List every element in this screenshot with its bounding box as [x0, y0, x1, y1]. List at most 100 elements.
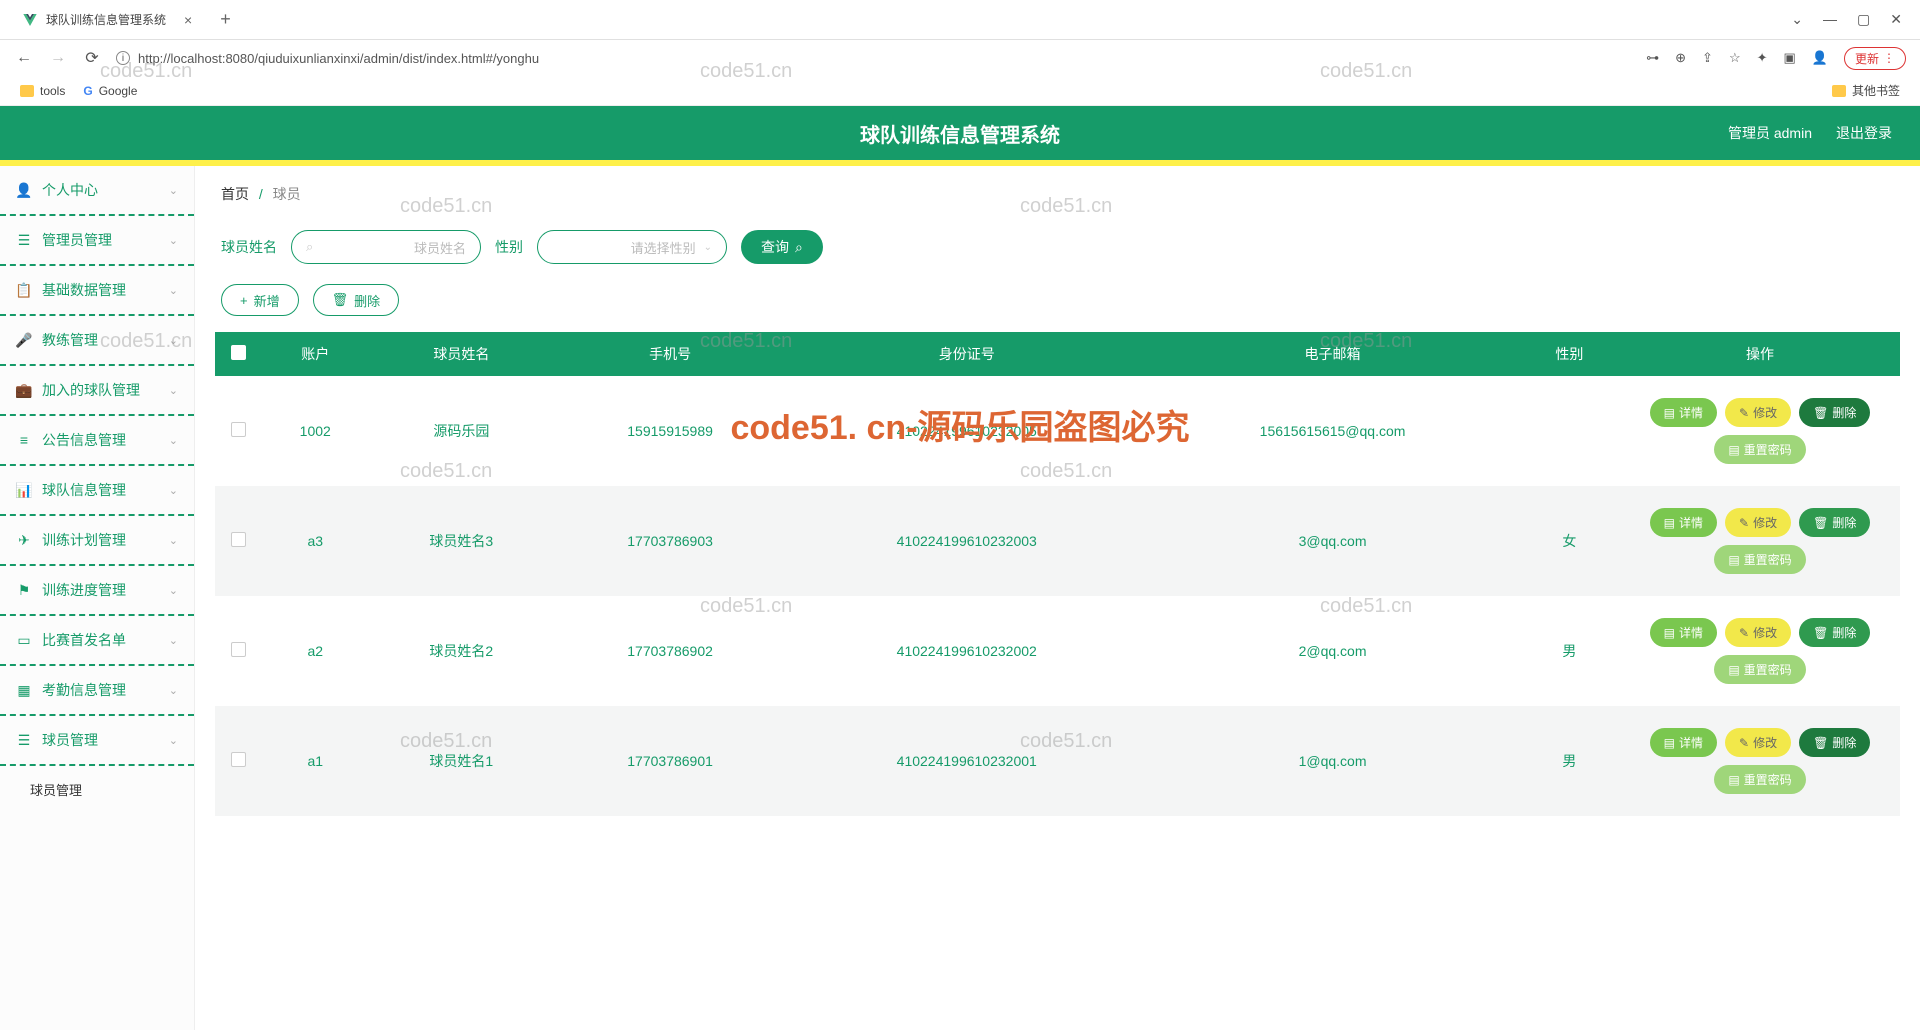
delete-button[interactable]: 🗑删除 [313, 284, 400, 316]
row-ops: ▤详情 ✎修改 🗑删除 ▤重置密码 [1630, 618, 1890, 684]
sidebar-item-basedata[interactable]: 📋基础数据管理⌄ [0, 266, 194, 316]
sidebar-item-progress[interactable]: ⚑训练进度管理⌄ [0, 566, 194, 616]
profile-icon[interactable]: 👤 [1812, 50, 1828, 66]
clipboard-icon: 📋 [16, 282, 32, 298]
cell-idcard: 410224199610232005 [787, 376, 1146, 486]
col-ops: 操作 [1620, 332, 1900, 376]
current-user[interactable]: 管理员 admin [1728, 123, 1812, 143]
row-checkbox[interactable] [231, 752, 246, 767]
cell-name: 球员姓名3 [370, 486, 554, 596]
edit-button[interactable]: ✎修改 [1725, 508, 1791, 537]
site-info-icon[interactable]: i [116, 51, 130, 65]
search-button[interactable]: 查询⌕ [741, 230, 823, 264]
tab-title: 球队训练信息管理系统 [46, 11, 166, 28]
chevron-down-icon: ⌄ [169, 234, 178, 247]
edit-button[interactable]: ✎修改 [1725, 398, 1791, 427]
row-checkbox[interactable] [231, 532, 246, 547]
flag-icon: ⚑ [16, 582, 32, 598]
bookmark-other[interactable]: 其他书签 [1832, 82, 1900, 99]
share-icon[interactable]: ⇪ [1702, 50, 1713, 66]
close-window-icon[interactable]: ✕ [1890, 11, 1902, 28]
crumb-home[interactable]: 首页 [221, 186, 249, 202]
reset-password-button[interactable]: ▤重置密码 [1714, 765, 1805, 794]
reset-password-button[interactable]: ▤重置密码 [1714, 655, 1805, 684]
reload-button[interactable]: ⟳ [82, 48, 102, 68]
update-button[interactable]: 更新⋮ [1844, 47, 1906, 70]
delete-row-button[interactable]: 🗑删除 [1799, 728, 1870, 757]
table-row: a2球员姓名2177037869024102241996102320022@qq… [215, 596, 1900, 706]
url-input[interactable]: i http://localhost:8080/qiuduixunlianxin… [116, 51, 1632, 66]
sidebar-item-personal[interactable]: 👤个人中心⌄ [0, 166, 194, 216]
sidebar-item-lineup[interactable]: ▭比赛首发名单⌄ [0, 616, 194, 666]
doc-icon: ▤ [1728, 443, 1739, 457]
sidebar-item-attendance[interactable]: ▦考勤信息管理⌄ [0, 666, 194, 716]
filter-gender-select[interactable]: 请选择性别 ⌄ [537, 230, 727, 264]
browser-tab[interactable]: 球队训练信息管理系统 × [8, 3, 206, 36]
sidebar-item-admin[interactable]: ☰管理员管理⌄ [0, 216, 194, 266]
add-button[interactable]: +新增 [221, 284, 299, 316]
select-all-checkbox[interactable] [231, 345, 246, 360]
cell-gender: 女 [1519, 486, 1620, 596]
cell-account: a3 [261, 486, 370, 596]
cell-name: 球员姓名1 [370, 706, 554, 816]
row-checkbox[interactable] [231, 422, 246, 437]
chevron-down-icon: ⌄ [169, 734, 178, 747]
row-checkbox[interactable] [231, 642, 246, 657]
cell-email: 15615615615@qq.com [1146, 376, 1518, 486]
vue-icon [22, 12, 38, 28]
logout-link[interactable]: 退出登录 [1836, 123, 1892, 143]
chevron-down-icon: ⌄ [169, 284, 178, 297]
cell-phone: 17703786901 [553, 706, 787, 816]
col-gender: 性别 [1519, 332, 1620, 376]
key-icon[interactable]: ⊶ [1646, 50, 1659, 66]
minimize-icon[interactable]: — [1823, 11, 1837, 28]
cell-email: 3@qq.com [1146, 486, 1518, 596]
bookmark-folder-tools[interactable]: tools [20, 84, 65, 98]
detail-button[interactable]: ▤详情 [1650, 508, 1717, 537]
cell-idcard: 410224199610232001 [787, 706, 1146, 816]
sidebar-item-player[interactable]: ☰球员管理⌄ [0, 716, 194, 766]
doc-icon: ▤ [1728, 773, 1739, 787]
new-tab-button[interactable]: + [212, 9, 239, 30]
address-bar: ← → ⟳ i http://localhost:8080/qiuduixunl… [0, 40, 1920, 76]
maximize-icon[interactable]: ▢ [1857, 11, 1870, 28]
lines-icon: ≡ [16, 432, 32, 448]
extensions-icon[interactable]: ✦ [1757, 50, 1768, 66]
bookmark-star-icon[interactable]: ☆ [1729, 50, 1741, 66]
chevron-down-icon[interactable]: ⌄ [1791, 11, 1803, 28]
edit-button[interactable]: ✎修改 [1725, 728, 1791, 757]
reset-password-button[interactable]: ▤重置密码 [1714, 435, 1805, 464]
detail-button[interactable]: ▤详情 [1650, 398, 1717, 427]
sidebar-item-plan[interactable]: ✈训练计划管理⌄ [0, 516, 194, 566]
zoom-icon[interactable]: ⊕ [1675, 50, 1686, 66]
detail-button[interactable]: ▤详情 [1650, 618, 1717, 647]
sidebar-item-team[interactable]: 💼加入的球队管理⌄ [0, 366, 194, 416]
table-row: 1002源码乐园15915915989410224199610232005156… [215, 376, 1900, 486]
edit-button[interactable]: ✎修改 [1725, 618, 1791, 647]
sidebar-item-coach[interactable]: 🎤教练管理⌄ [0, 316, 194, 366]
close-icon[interactable]: × [184, 12, 192, 28]
delete-row-button[interactable]: 🗑删除 [1799, 618, 1870, 647]
bookmark-google[interactable]: GGoogle [83, 84, 137, 98]
delete-row-button[interactable]: 🗑删除 [1799, 398, 1870, 427]
filter-name-input[interactable]: ⌕ 球员姓名 [291, 230, 481, 264]
cell-account: 1002 [261, 376, 370, 486]
trash-icon: 🗑 [1813, 736, 1828, 750]
row-ops: ▤详情 ✎修改 🗑删除 ▤重置密码 [1630, 398, 1890, 464]
reset-password-button[interactable]: ▤重置密码 [1714, 545, 1805, 574]
chevron-down-icon: ⌄ [169, 584, 178, 597]
delete-row-button[interactable]: 🗑删除 [1799, 508, 1870, 537]
send-icon: ✈ [16, 532, 32, 548]
table-row: a3球员姓名3177037869034102241996102320033@qq… [215, 486, 1900, 596]
col-phone: 手机号 [553, 332, 787, 376]
bookmarks-bar: tools GGoogle 其他书签 [0, 76, 1920, 106]
crumb-current: 球员 [273, 186, 301, 202]
sidepanel-icon[interactable]: ▣ [1784, 50, 1796, 66]
sidebar-item-teaminfo[interactable]: 📊球队信息管理⌄ [0, 466, 194, 516]
sidebar-subitem-player-mgmt[interactable]: 球员管理 [0, 766, 194, 813]
back-button[interactable]: ← [14, 49, 34, 67]
detail-button[interactable]: ▤详情 [1650, 728, 1717, 757]
search-icon: ⌕ [795, 239, 803, 256]
sidebar-item-notice[interactable]: ≡公告信息管理⌄ [0, 416, 194, 466]
forward-button[interactable]: → [48, 49, 68, 67]
